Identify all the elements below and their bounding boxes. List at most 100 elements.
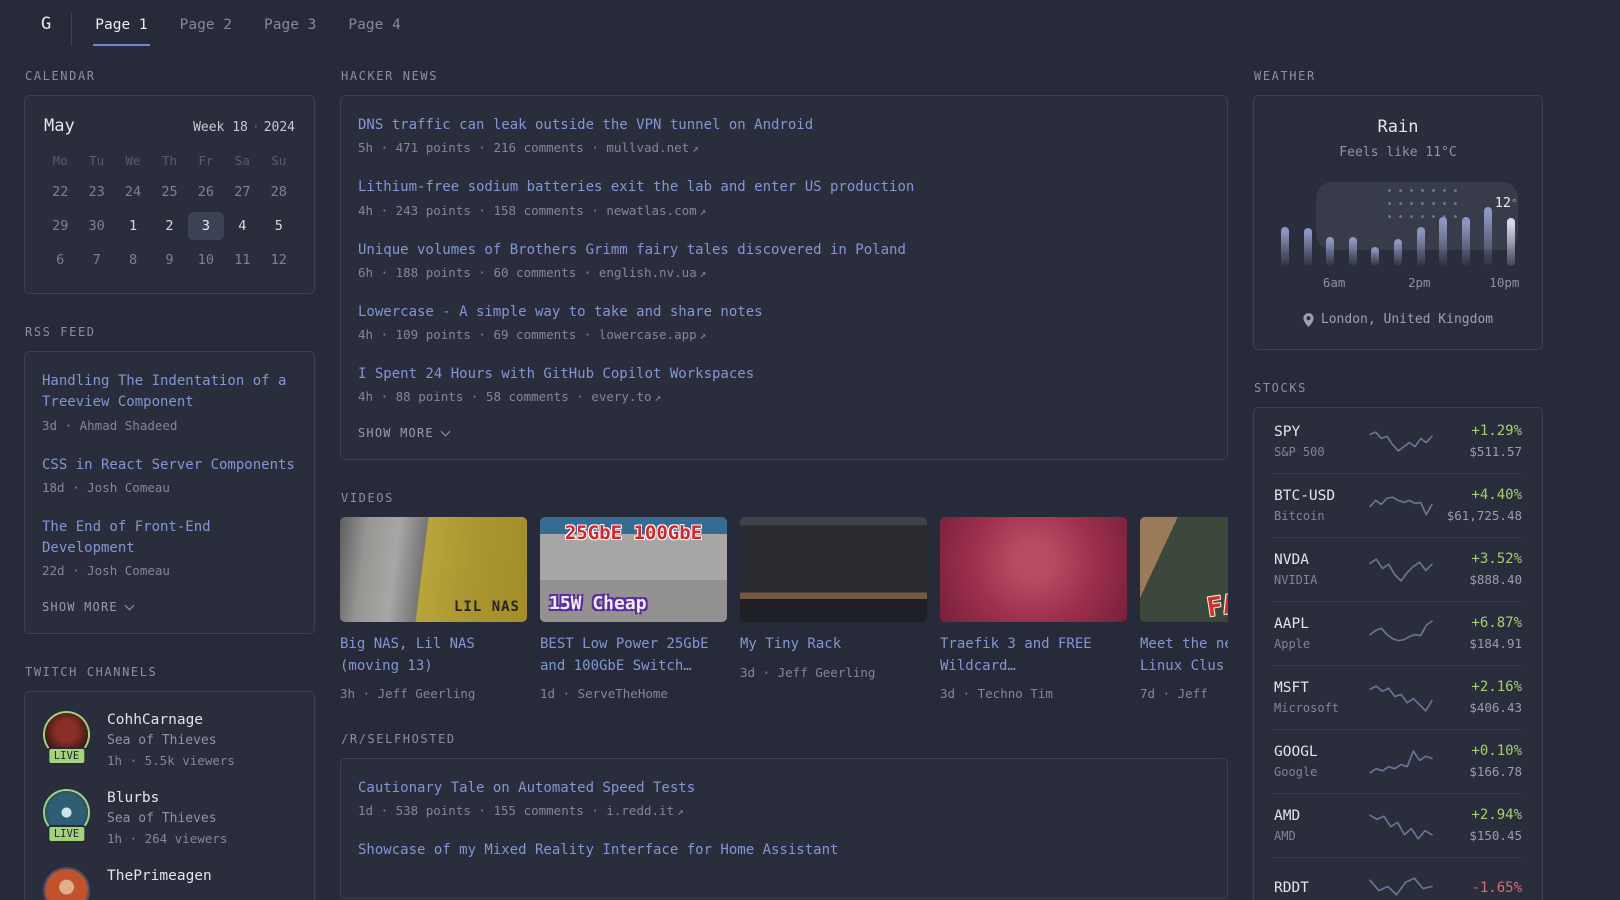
video-card[interactable]: Traefik 3 and FREE Wildcard… 3d · Techno … (940, 517, 1127, 701)
hn-title[interactable]: Unique volumes of Brothers Grimm fairy t… (358, 240, 1210, 261)
show-more-button[interactable]: SHOW MORE (42, 600, 297, 614)
stock-change: -1.65% (1471, 879, 1522, 896)
stock-ticker: AAPL (1274, 615, 1309, 632)
selfhosted-title[interactable]: Showcase of my Mixed Reality Interface f… (358, 840, 1210, 861)
hn-title[interactable]: Lithium-free sodium batteries exit the l… (358, 177, 1210, 198)
weather-bar (1326, 237, 1335, 266)
hn-meta-text: 4h · 88 points · 58 comments · (358, 389, 592, 405)
video-thumbnail[interactable]: 25GbE 100GbE 15W Cheap (540, 517, 727, 623)
video-card[interactable]: 25GbE 100GbE 15W Cheap BEST Low Power 25Gb… (540, 517, 727, 701)
stock-change: +2.16% (1471, 679, 1522, 695)
twitch-channel[interactable]: ThePrimeagen (42, 867, 297, 900)
stock-change: +3.52% (1471, 551, 1522, 567)
selfhosted-meta: 1d · 538 points · 155 comments · i.redd.… (358, 803, 1210, 818)
video-meta: 3d · Techno Tim (940, 685, 1053, 701)
hn-item: Unique volumes of Brothers Grimm fairy t… (358, 240, 1210, 280)
weather-bar (1393, 239, 1402, 266)
twitch-viewers: 1h · 5.5k viewers (107, 753, 235, 769)
nav-tab[interactable]: Page 3 (262, 12, 318, 46)
source-link[interactable]: mullvad.net (606, 140, 689, 155)
weather-bar (1371, 247, 1380, 266)
external-link-icon: ↗ (699, 329, 707, 343)
source-link[interactable]: english.nv.ua (599, 265, 697, 280)
twitch-channel[interactable]: LIVE CohhCarnage Sea of Thieves 1h · 5.5k v… (42, 711, 297, 768)
calendar-day-header: Sa (234, 153, 250, 168)
calendar-day: 3 (187, 212, 225, 240)
app-logo[interactable]: G (41, 14, 51, 34)
weather-bar (1461, 217, 1470, 266)
stock-ticker: RDDT (1274, 879, 1309, 896)
weather-feels-like: Feels like 11°C (1339, 145, 1457, 160)
stock-sparkline (1366, 425, 1436, 458)
stock-row[interactable]: MSFT Microsoft +2.16% $406.43 (1274, 665, 1522, 729)
stock-ticker: BTC-USD (1274, 487, 1336, 504)
weather-bar (1416, 227, 1425, 266)
twitch-channel[interactable]: LIVE Blurbs Sea of Thieves 1h · 264 viewers (42, 789, 297, 846)
twitch-channel-name[interactable]: CohhCarnage (107, 712, 235, 728)
twitch-section: TWITCH CHANNELS LIVE CohhCarnage Sea of Th… (24, 665, 315, 900)
nav-tab[interactable]: Page 4 (346, 12, 402, 46)
stock-id: GOOGL Google (1274, 744, 1366, 779)
show-more-button[interactable]: SHOW MORE (358, 426, 1210, 440)
source-link[interactable]: i.redd.it (606, 803, 674, 818)
video-card[interactable]: My Tiny Rack 3d · Jeff Geerling (740, 517, 927, 701)
hackernews-section: HACKER NEWS DNS traffic can leak outside… (340, 69, 1228, 461)
video-title[interactable]: Traefik 3 and FREE Wildcard… (940, 634, 1127, 677)
hn-meta: 6h · 188 points · 60 comments · english.… (358, 265, 1210, 280)
video-card[interactable]: FAS Meet the ne Linux Clus 7d · Jeff (1140, 517, 1228, 701)
calendar-day-header: Th (161, 153, 178, 168)
hn-title[interactable]: Lowercase - A simple way to take and sha… (358, 302, 1210, 323)
twitch-category[interactable]: Sea of Thieves (107, 811, 227, 826)
weather-location: London, United Kingdom (1274, 312, 1522, 327)
chevron-down-icon (440, 426, 451, 437)
section-title-hackernews: HACKER NEWS (341, 69, 439, 83)
video-title[interactable]: Big NAS, Lil NAS (moving 13) (340, 634, 527, 677)
video-title[interactable]: Meet the ne Linux Clus (1140, 634, 1228, 677)
hn-title[interactable]: I Spent 24 Hours with GitHub Copilot Wor… (358, 364, 1210, 385)
stock-row[interactable]: GOOGL Google +0.10% $166.78 (1274, 729, 1522, 793)
stock-id: NVDA NVIDIA (1274, 552, 1366, 587)
source-link[interactable]: every.to (591, 389, 651, 404)
section-title-rss: RSS FEED (25, 325, 96, 339)
calendar-day: 5 (274, 218, 283, 234)
selfhosted-item: Showcase of my Mixed Reality Interface f… (358, 840, 1210, 861)
video-thumbnail[interactable] (740, 517, 927, 623)
source-link[interactable]: lowercase.app (599, 327, 697, 342)
hn-title[interactable]: DNS traffic can leak outside the VPN tun… (358, 115, 1210, 136)
twitch-avatar (45, 869, 88, 900)
stock-row[interactable]: AAPL Apple +6.87% $184.91 (1274, 601, 1522, 665)
video-card[interactable]: LIL NAS Big NAS, Lil NAS (moving 13) 3h · … (340, 517, 527, 701)
video-thumbnail[interactable]: FAS (1140, 517, 1228, 623)
video-title[interactable]: BEST Low Power 25GbE and 100GbE Switch… (540, 634, 727, 677)
rss-title[interactable]: Handling The Indentation of a Treeview C… (42, 371, 297, 414)
hn-meta-text: 4h · 243 points · 158 comments · (358, 202, 607, 218)
video-title[interactable]: My Tiny Rack (740, 634, 927, 655)
calendar-day: 24 (124, 184, 142, 200)
stock-row[interactable]: AMD AMD +2.94% $150.45 (1274, 793, 1522, 857)
weather-bar (1281, 227, 1289, 266)
twitch-category[interactable]: Sea of Thieves (107, 733, 235, 748)
calendar-day: 11 (234, 252, 251, 268)
rss-title[interactable]: CSS in React Server Components (42, 455, 297, 476)
stock-row[interactable]: NVDA NVIDIA +3.52% $888.40 (1274, 537, 1522, 601)
stock-row[interactable]: BTC-USD Bitcoin +4.40% $61,725.48 (1274, 473, 1522, 537)
twitch-channel-name[interactable]: Blurbs (107, 790, 227, 806)
section-title-stocks: STOCKS (1254, 381, 1307, 395)
stock-id: AAPL Apple (1274, 616, 1366, 651)
twitch-channel-name[interactable]: ThePrimeagen (107, 868, 212, 884)
source-link[interactable]: newatlas.com (606, 203, 696, 218)
rss-title[interactable]: The End of Front-End Development (42, 517, 297, 560)
calendar-day: 30 (88, 218, 105, 234)
rss-meta-text: 18d · Josh Comeau (42, 479, 170, 495)
stock-row[interactable]: SPY S&P 500 +1.29% $511.57 (1274, 410, 1522, 473)
stock-row[interactable]: RDDT -1.65% (1274, 857, 1522, 900)
nav-tab[interactable]: Page 1 (93, 12, 150, 46)
video-thumbnail[interactable]: LIL NAS (340, 517, 527, 623)
weather-bar (1439, 217, 1448, 266)
video-thumbnail[interactable] (940, 517, 1127, 623)
stock-name: Microsoft (1274, 700, 1340, 715)
nav-tab[interactable]: Page 2 (178, 12, 234, 46)
logo-box[interactable]: G (24, 12, 73, 46)
stock-change: +6.87% (1471, 615, 1522, 631)
selfhosted-title[interactable]: Cautionary Tale on Automated Speed Tests (358, 778, 1210, 799)
